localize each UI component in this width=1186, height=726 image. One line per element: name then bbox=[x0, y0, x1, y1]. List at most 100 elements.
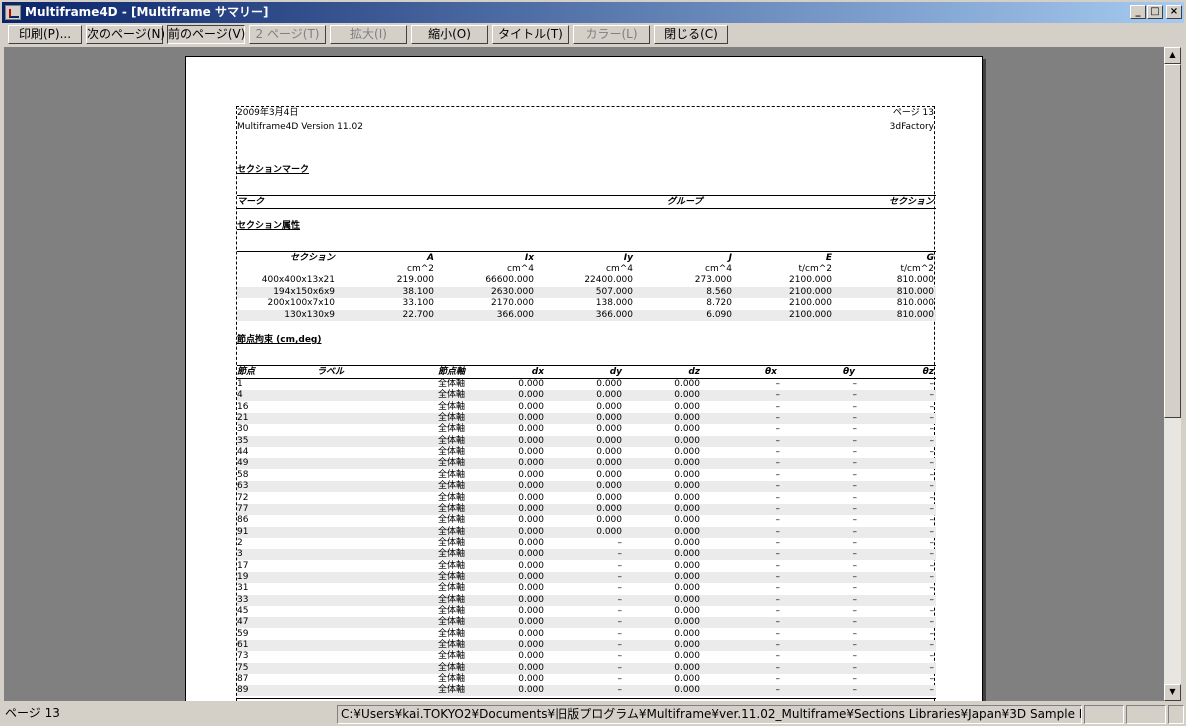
restraints-cell: – bbox=[617, 674, 623, 685]
restraints-cell: – bbox=[775, 594, 781, 605]
vertical-scrollbar[interactable]: ▲ ▼ bbox=[1164, 47, 1181, 701]
zoom-in-button[interactable]: 拡大(I) bbox=[330, 25, 407, 44]
restraints-cell: 0.000 bbox=[518, 492, 544, 503]
restraints-cell: – bbox=[929, 492, 935, 503]
section-props-header: Ix bbox=[524, 253, 534, 263]
scroll-up-button[interactable]: ▲ bbox=[1164, 47, 1181, 64]
close-window-button[interactable]: × bbox=[1166, 5, 1182, 19]
minimize-button[interactable]: _ bbox=[1130, 5, 1146, 19]
restraints-header: dx bbox=[531, 367, 544, 377]
restraints-cell: 91 bbox=[237, 526, 249, 537]
title-button[interactable]: タイトル(T) bbox=[492, 25, 569, 44]
restraints-cell: – bbox=[852, 640, 858, 651]
section-props-cell: 219.000 bbox=[396, 275, 434, 285]
close-button[interactable]: 閉じる(C) bbox=[654, 25, 728, 44]
status-page: ページ 13 bbox=[5, 706, 60, 720]
restraints-cell: – bbox=[775, 458, 781, 469]
col-header-section: セクション bbox=[888, 197, 934, 207]
restraints-cell: 0.000 bbox=[518, 458, 544, 469]
restraints-cell: – bbox=[929, 390, 935, 401]
section-props-unit: t/cm^2 bbox=[798, 264, 832, 274]
restraints-cell: – bbox=[852, 662, 858, 673]
restraints-cell: 47 bbox=[237, 617, 249, 628]
restraints-cell: 0.000 bbox=[518, 537, 544, 548]
restraints-cell: 全体軸 bbox=[437, 458, 465, 469]
restraints-cell: 0.000 bbox=[674, 617, 700, 628]
restraints-cell: 19 bbox=[237, 571, 249, 582]
restraints-cell: 0.000 bbox=[674, 492, 700, 503]
row-shading bbox=[237, 413, 936, 425]
section-props-header: G bbox=[926, 253, 934, 263]
restraints-cell: 0.000 bbox=[674, 379, 700, 389]
section-props-cell: 2100.000 bbox=[789, 298, 832, 308]
restraints-cell: 全体軸 bbox=[437, 492, 465, 503]
two-page-button[interactable]: 2 ページ(T) bbox=[249, 25, 326, 44]
color-button[interactable]: カラー(L) bbox=[573, 25, 650, 44]
restraints-cell: – bbox=[929, 583, 935, 594]
restraints-cell: 0.000 bbox=[596, 481, 622, 492]
restraints-cell: – bbox=[775, 685, 781, 696]
restraints-cell: – bbox=[852, 526, 858, 537]
restraints-cell: – bbox=[852, 413, 858, 424]
restraints-header: θx bbox=[765, 367, 777, 377]
section-props-cell: 22.700 bbox=[402, 309, 435, 320]
section-props-cell: 366.000 bbox=[595, 309, 633, 320]
restraints-cell: – bbox=[852, 390, 858, 401]
restraints-cell: 全体軸 bbox=[437, 640, 465, 651]
restraints-cell: – bbox=[929, 447, 935, 458]
title-bar[interactable]: Multiframe4D - [Multiframe サマリー] _ □ × bbox=[2, 2, 1184, 23]
restraints-cell: 全体軸 bbox=[437, 560, 465, 571]
maximize-button[interactable]: □ bbox=[1147, 5, 1163, 19]
restraints-cell: – bbox=[775, 424, 781, 435]
restraints-cell: – bbox=[775, 662, 781, 673]
divider bbox=[237, 251, 936, 252]
restraints-cell: – bbox=[852, 503, 858, 514]
app-icon[interactable] bbox=[5, 5, 21, 20]
section-props-cell: 8.720 bbox=[706, 298, 732, 308]
restraints-cell: 0.000 bbox=[596, 379, 622, 389]
status-panel bbox=[1126, 705, 1166, 724]
section-props-cell: 33.100 bbox=[402, 298, 435, 308]
restraints-cell: – bbox=[775, 560, 781, 571]
restraints-cell: – bbox=[775, 435, 781, 446]
restraints-cell: 0.000 bbox=[518, 481, 544, 492]
restraints-cell: – bbox=[929, 379, 935, 389]
restraints-cell: 0.000 bbox=[518, 594, 544, 605]
restraints-cell: 全体軸 bbox=[437, 537, 465, 548]
prev-page-button[interactable]: 前のページ(V) bbox=[167, 25, 245, 44]
next-page-button[interactable]: 次のページ(N) bbox=[86, 25, 165, 44]
scroll-thumb[interactable] bbox=[1164, 64, 1181, 418]
section-props-cell: 194x150x6x9 bbox=[273, 286, 335, 297]
restraints-cell: 全体軸 bbox=[437, 662, 465, 673]
restraints-cell: 17 bbox=[237, 560, 249, 571]
status-file-path: C:¥Users¥kai.TOKYO2¥Documents¥旧版プログラム¥Mu… bbox=[337, 705, 1082, 724]
restraints-cell: – bbox=[852, 628, 858, 639]
restraints-header: 節点軸 bbox=[437, 367, 465, 377]
restraints-cell: 0.000 bbox=[518, 674, 544, 685]
restraints-cell: – bbox=[617, 685, 623, 696]
restraints-cell: 0.000 bbox=[596, 435, 622, 446]
size-grip[interactable] bbox=[1168, 705, 1184, 724]
restraints-cell: – bbox=[852, 549, 858, 560]
section-props-title: セクション属性 bbox=[237, 221, 301, 231]
zoom-out-button[interactable]: 縮小(O) bbox=[411, 25, 488, 44]
section-props-cell: 66600.000 bbox=[485, 275, 534, 285]
restraints-cell: 0.000 bbox=[518, 469, 544, 480]
restraints-cell: – bbox=[775, 640, 781, 651]
restraints-cell: 0.000 bbox=[518, 413, 544, 424]
scroll-down-button[interactable]: ▼ bbox=[1164, 684, 1181, 701]
preview-area[interactable]: 2009年3月4日 ページ 13 Multiframe4D Version 11… bbox=[4, 47, 1164, 701]
restraints-cell: – bbox=[852, 617, 858, 628]
restraints-cell: 全体軸 bbox=[437, 481, 465, 492]
restraints-cell: – bbox=[775, 503, 781, 514]
restraints-cell: 全体軸 bbox=[437, 651, 465, 662]
restraints-cell: 0.000 bbox=[674, 458, 700, 469]
print-button[interactable]: 印刷(P)... bbox=[8, 25, 82, 44]
restraints-cell: – bbox=[775, 651, 781, 662]
restraints-cell: – bbox=[775, 571, 781, 582]
restraints-cell: – bbox=[929, 571, 935, 582]
restraints-cell: – bbox=[929, 651, 935, 662]
status-panel bbox=[1084, 705, 1124, 724]
restraints-cell: 全体軸 bbox=[437, 379, 465, 389]
restraints-cell: 0.000 bbox=[674, 560, 700, 571]
